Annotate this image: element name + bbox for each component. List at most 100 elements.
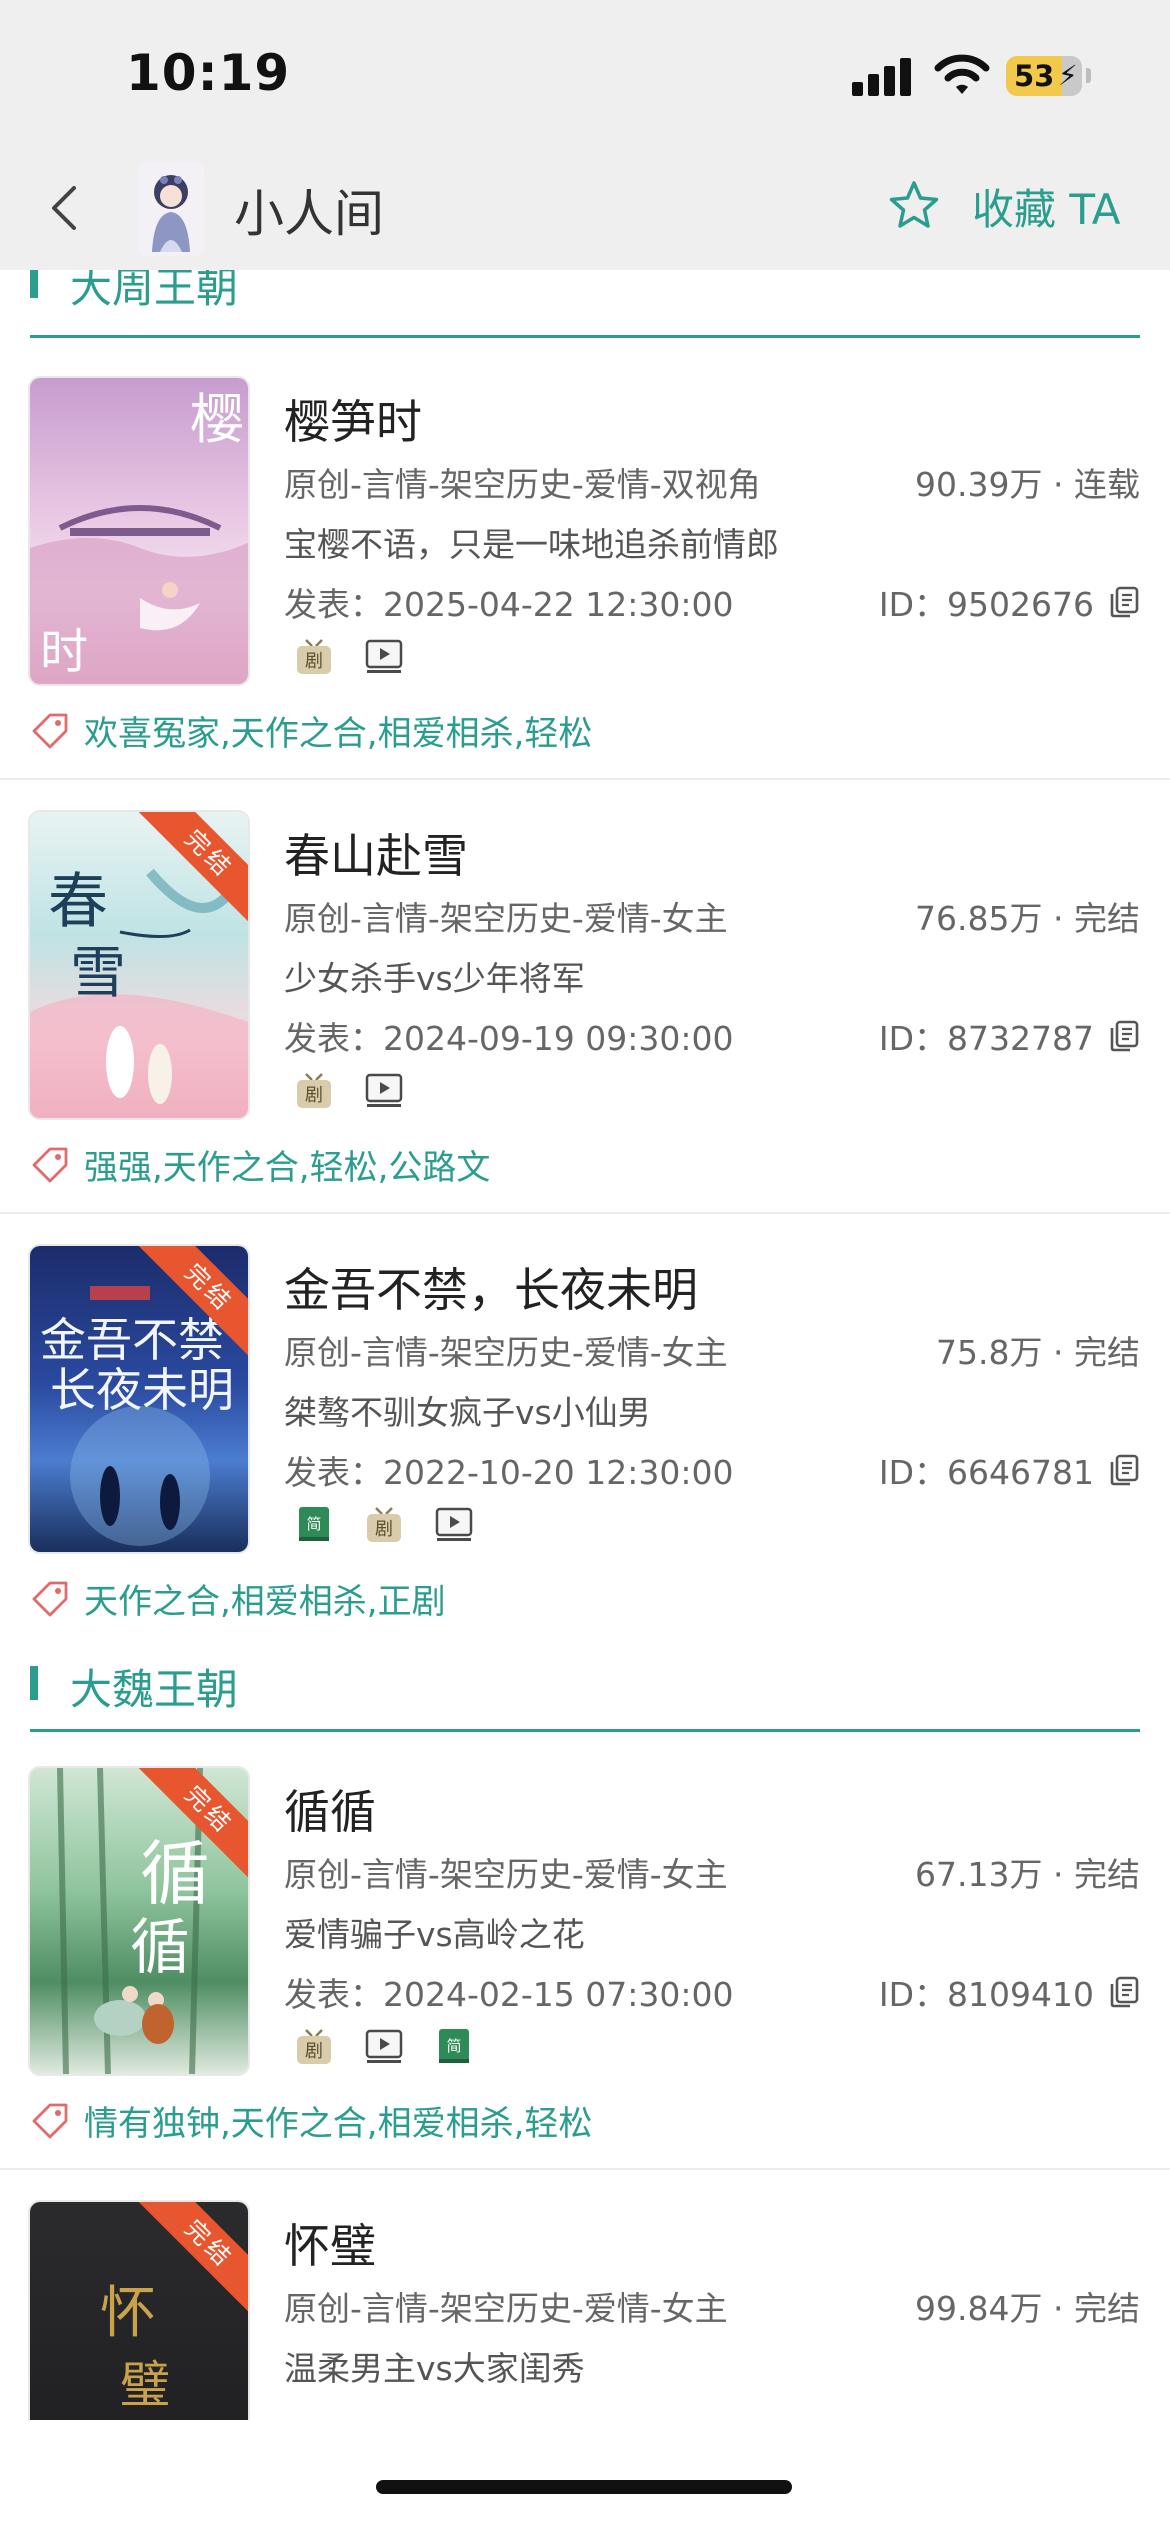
copy-icon[interactable] (1108, 1453, 1140, 1487)
book-tags: 天作之合,相爱相杀,正剧 (30, 1574, 446, 1623)
book-title[interactable]: 樱笋时 (284, 386, 422, 452)
book-summary: 桀骜不驯女疯子vs小仙男 (284, 1393, 651, 1432)
video-icon[interactable] (364, 1070, 404, 1110)
section-header: 大周王朝 (0, 270, 1170, 346)
svg-text:金吾不禁: 金吾不禁 (40, 1313, 224, 1367)
book-genre: 原创-言情-架空历史-爱情-女主 (284, 899, 728, 938)
copy-icon[interactable] (1108, 585, 1140, 619)
svg-text:剧: 剧 (305, 2041, 323, 2062)
book-item[interactable]: 循 循 完结 循循 原创-言情-架空历史-爱情-女主 67.13万 · 完结 爱… (0, 1736, 1170, 2170)
drama-icon[interactable]: 剧 (294, 636, 334, 676)
svg-text:剧: 剧 (305, 651, 323, 672)
book-wordcount-status: 76.85万 · 完结 (915, 899, 1140, 938)
book-tags: 强强,天作之合,轻松,公路文 (30, 1140, 490, 1189)
drama-icon[interactable]: 剧 (294, 2026, 334, 2066)
author-avatar[interactable] (138, 162, 204, 256)
book-id-text: ID：8732787 (878, 1019, 1094, 1058)
wifi-icon (934, 54, 990, 94)
cellular-signal-icon (852, 58, 914, 96)
book-id-text: ID：6646781 (878, 1453, 1094, 1492)
book-item[interactable]: 怀 璧 完结 怀璧 原创-言情-架空历史-爱情-女主 99.84万 · 完结 温… (0, 2170, 1170, 2420)
video-icon[interactable] (364, 636, 404, 676)
book-tag-list[interactable]: 情有独钟,天作之合,相爱相杀,轻松 (84, 2096, 592, 2145)
book-cover[interactable]: 金吾不禁 长夜未明 完结 (30, 1246, 248, 1552)
book-title[interactable]: 春山赴雪 (284, 820, 468, 886)
svg-text:循: 循 (140, 1833, 210, 1915)
book-id: ID：9502676 (879, 578, 1140, 626)
svg-text:简: 简 (446, 2037, 461, 2055)
simplified-book-icon[interactable]: 简 (434, 2026, 474, 2066)
video-icon[interactable] (434, 1504, 474, 1544)
book-summary: 爱情骗子vs高岭之花 (284, 1915, 585, 1954)
star-icon (889, 181, 939, 228)
book-id: ID：6646781 (879, 1446, 1140, 1494)
copy-icon[interactable] (1108, 1975, 1140, 2009)
section-title: 大周王朝 (70, 270, 239, 312)
status-time: 10:19 (126, 44, 291, 102)
book-tag-list[interactable]: 天作之合,相爱相杀,正剧 (84, 1574, 446, 1623)
book-id: ID：8109410 (879, 1968, 1140, 2016)
book-tag-list[interactable]: 欢喜冤家,天作之合,相爱相杀,轻松 (84, 706, 592, 755)
page-title: 小人间 (234, 185, 384, 243)
svg-text:剧: 剧 (375, 1519, 393, 1540)
simplified-book-icon[interactable]: 简 (294, 1504, 334, 1544)
book-genre: 原创-言情-架空历史-爱情-双视角 (284, 465, 761, 504)
book-publish-date: 发表：2022-10-20 12:30:00 (284, 1453, 734, 1492)
drama-icon[interactable]: 剧 (364, 1504, 404, 1544)
book-summary: 宝樱不语，只是一味地追杀前情郎 (284, 525, 779, 564)
top-bar: 10:19 53 ⚡ 小人间 收藏 TA (0, 0, 1170, 270)
drama-icon[interactable]: 剧 (294, 1070, 334, 1110)
book-title[interactable]: 金吾不禁，长夜未明 (284, 1254, 698, 1320)
svg-text:长夜未明: 长夜未明 (50, 1363, 234, 1417)
book-genre: 原创-言情-架空历史-爱情-女主 (284, 1855, 728, 1894)
book-summary: 少女杀手vs少年将军 (284, 959, 585, 998)
book-publish-date: 发表：2024-09-19 09:30:00 (284, 1019, 734, 1058)
book-id-text: ID：9502676 (878, 585, 1094, 624)
book-id: ID：8732787 (879, 1012, 1140, 1060)
tag-icon (32, 713, 68, 748)
book-item[interactable]: 春 雪 完结 春山赴雪 原创-言情-架空历史-爱情-女主 76.85万 · 完结… (0, 780, 1170, 1214)
tag-icon (32, 1581, 68, 1616)
svg-text:璧: 璧 (120, 2356, 170, 2414)
book-tag-list[interactable]: 强强,天作之合,轻松,公路文 (84, 1140, 490, 1189)
tag-icon (32, 1147, 68, 1182)
copy-icon[interactable] (1108, 1019, 1140, 1053)
book-title[interactable]: 循循 (284, 1776, 376, 1842)
book-badges: 剧 简 (294, 2026, 474, 2066)
home-indicator[interactable] (376, 2480, 792, 2494)
book-id-text: ID：8109410 (878, 1975, 1094, 2014)
book-title[interactable]: 怀璧 (284, 2210, 376, 2276)
video-icon[interactable] (364, 2026, 404, 2066)
book-publish-date: 发表：2025-04-22 12:30:00 (284, 585, 734, 624)
book-wordcount-status: 75.8万 · 完结 (936, 1333, 1140, 1372)
book-wordcount-status: 90.39万 · 连载 (915, 465, 1140, 504)
battery-icon: 53 ⚡ (1006, 56, 1082, 96)
book-badges: 剧 (294, 636, 404, 676)
svg-text:剧: 剧 (305, 1085, 323, 1106)
svg-text:春: 春 (48, 867, 108, 937)
book-tags: 欢喜冤家,天作之合,相爱相杀,轻松 (30, 706, 592, 755)
book-badges: 剧 (294, 1070, 404, 1110)
section-title: 大魏王朝 (70, 1665, 239, 1714)
svg-text:简: 简 (306, 1515, 321, 1533)
battery-level: 53 (1014, 59, 1055, 93)
svg-text:雪: 雪 (70, 941, 126, 1006)
svg-text:循: 循 (130, 1913, 190, 1983)
book-wordcount-status: 99.84万 · 完结 (915, 2289, 1140, 2328)
book-genre: 原创-言情-架空历史-爱情-女主 (284, 1333, 728, 1372)
book-cover[interactable]: 樱 时 (30, 378, 248, 684)
book-cover[interactable]: 春 雪 完结 (30, 812, 248, 1118)
book-cover[interactable]: 循 循 完结 (30, 1768, 248, 2074)
back-chevron-icon[interactable] (40, 178, 90, 238)
book-publish-date: 发表：2024-02-15 07:30:00 (284, 1975, 734, 2014)
book-cover[interactable]: 怀 璧 完结 (30, 2202, 248, 2420)
book-summary: 温柔男主vs大家闺秀 (284, 2349, 585, 2388)
book-item[interactable]: 樱 时 樱笋时 原创-言情-架空历史-爱情-双视角 90.39万 · 连载 宝樱… (0, 346, 1170, 780)
book-wordcount-status: 67.13万 · 完结 (915, 1855, 1140, 1894)
favorite-author-button[interactable]: 收藏 TA (886, 170, 1136, 242)
status-bar: 10:19 53 ⚡ (0, 0, 1170, 150)
tag-icon (32, 2103, 68, 2138)
book-item[interactable]: 金吾不禁 长夜未明 完结 金吾不禁，长夜未明 原创-言情-架空历史-爱情-女主 … (0, 1214, 1170, 1640)
svg-text:樱: 樱 (190, 388, 244, 451)
book-list: 大周王朝 樱 时 樱笋时 原创-言情-架空历史-爱情-双视角 90.39万 · … (0, 270, 1170, 2420)
